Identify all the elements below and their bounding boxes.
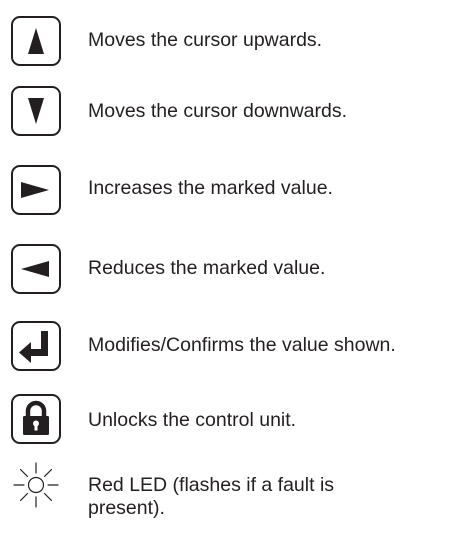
enter-key-icon [19,331,48,363]
arrow-down-key-icon [28,98,44,124]
up-key [11,16,61,66]
legend-text-down: Moves the cursor downwards. [88,100,348,122]
padlock-key-icon [23,400,49,435]
unlock-key [11,394,61,444]
left-key [11,244,61,294]
red-led [11,460,61,510]
legend-text-up: Moves the cursor upwards. [88,29,323,51]
enter-key [11,321,61,371]
red-led-icon [13,462,59,508]
arrow-right-key-icon [21,182,49,198]
legend-text-unlock: Unlocks the control unit. [88,409,297,431]
legend-text-led-line1: Red LED (flashes if a fault is [88,474,335,496]
legend-text-led-line2: present). [88,497,165,519]
legend-text-right: Increases the marked value. [88,177,333,199]
right-key [11,165,61,215]
legend-text-enter: Modifies/Confirms the value shown. [88,334,396,356]
keypad-legend: { "legend": { "items": [ {"icon": "arrow… [0,0,467,536]
arrow-up-key-icon [28,28,44,54]
arrow-left-key-icon [21,261,49,277]
legend-text-left: Reduces the marked value. [88,257,326,279]
down-key [11,86,61,136]
